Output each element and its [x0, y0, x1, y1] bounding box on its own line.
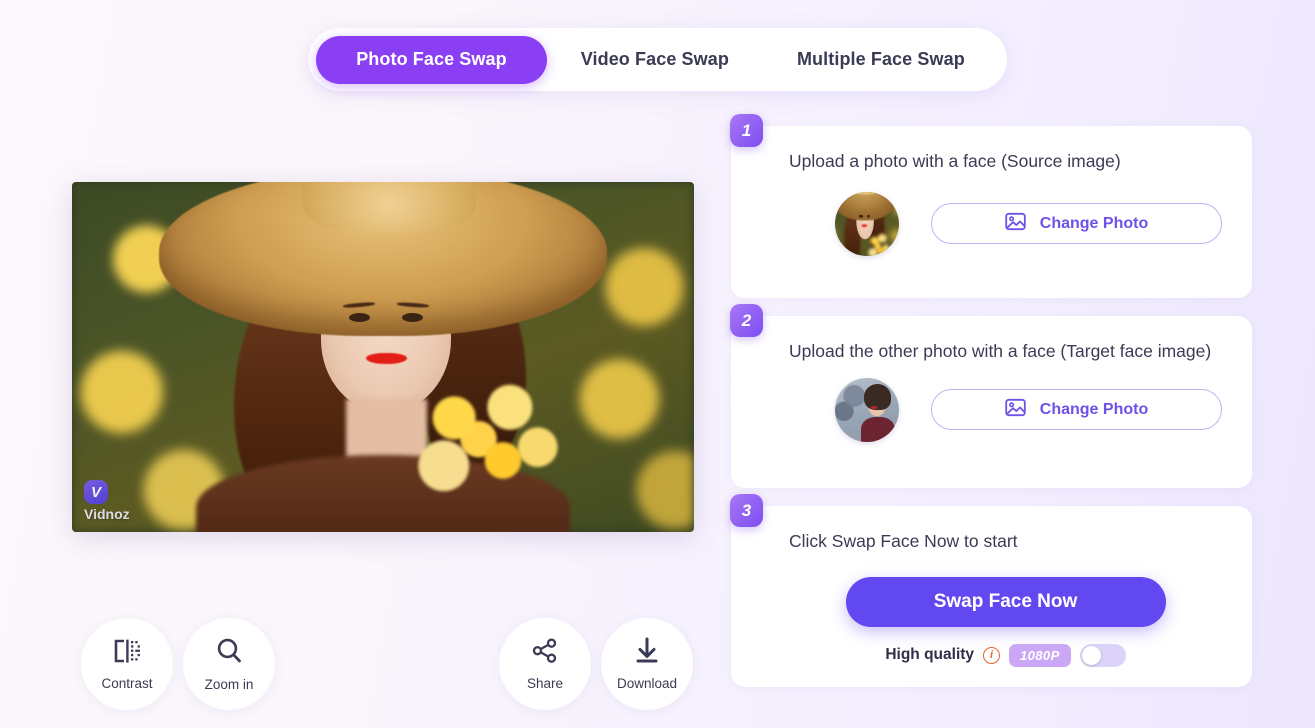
step-title-3: Click Swap Face Now to start — [789, 530, 1222, 554]
step-number-badge-3: 3 — [730, 494, 763, 527]
high-quality-label: High quality — [885, 646, 974, 664]
info-icon[interactable]: i — [983, 647, 1000, 664]
share-button[interactable]: Share — [499, 618, 591, 710]
high-quality-row: High quality i 1080P — [789, 644, 1222, 667]
steps-panel: 1 Upload a photo with a face (Source ima… — [731, 126, 1252, 705]
step-card-2: 2 Upload the other photo with a face (Ta… — [731, 316, 1252, 488]
share-icon — [531, 638, 559, 669]
change-photo-button-target[interactable]: Change Photo — [931, 389, 1222, 430]
step-upload-row-1: Change Photo — [835, 192, 1222, 256]
resolution-badge: 1080P — [1009, 644, 1071, 667]
step-card-3: 3 Click Swap Face Now to start Swap Face… — [731, 506, 1252, 687]
high-quality-toggle[interactable] — [1080, 644, 1126, 667]
step-number-badge-1: 1 — [730, 114, 763, 147]
contrast-icon — [112, 638, 142, 669]
photo-hat-crown — [302, 182, 476, 231]
magnifier-icon — [214, 637, 244, 670]
image-icon — [1005, 398, 1026, 422]
change-photo-label-source: Change Photo — [1040, 215, 1148, 233]
tab-video-face-swap[interactable]: Video Face Swap — [547, 36, 763, 84]
photo-daffodil-bouquet — [402, 378, 576, 511]
vidnoz-watermark: V Vidnoz — [84, 480, 130, 522]
tab-photo-face-swap[interactable]: Photo Face Swap — [316, 36, 547, 84]
result-preview-image[interactable]: V Vidnoz — [72, 182, 694, 532]
target-thumb-photo — [835, 378, 899, 442]
target-image-thumbnail[interactable] — [835, 378, 899, 442]
download-label: Download — [617, 676, 677, 691]
step-card-1: 1 Upload a photo with a face (Source ima… — [731, 126, 1252, 298]
swap-face-now-button[interactable]: Swap Face Now — [846, 577, 1166, 627]
change-photo-label-target: Change Photo — [1040, 401, 1148, 419]
step-number-badge-2: 2 — [730, 304, 763, 337]
source-image-thumbnail[interactable] — [835, 192, 899, 256]
step-upload-row-2: Change Photo — [835, 378, 1222, 442]
change-photo-button-source[interactable]: Change Photo — [931, 203, 1222, 244]
share-label: Share — [527, 676, 563, 691]
download-button[interactable]: Download — [601, 618, 693, 710]
photo-lips — [366, 353, 407, 364]
watermark-text: Vidnoz — [84, 506, 130, 522]
zoom-in-label: Zoom in — [205, 677, 254, 692]
tab-bar: Photo Face Swap Video Face Swap Multiple… — [308, 28, 1007, 91]
tab-bar-container: Photo Face Swap Video Face Swap Multiple… — [0, 28, 1315, 91]
step-title-2: Upload the other photo with a face (Targ… — [789, 340, 1222, 364]
contrast-label: Contrast — [101, 676, 152, 691]
contrast-button[interactable]: Contrast — [81, 618, 173, 710]
vidnoz-logo-icon: V — [84, 480, 108, 504]
preview-photo — [72, 182, 694, 532]
step-title-1: Upload a photo with a face (Source image… — [789, 150, 1222, 174]
image-icon — [1005, 212, 1026, 236]
source-thumb-photo — [835, 192, 899, 256]
tab-multiple-face-swap[interactable]: Multiple Face Swap — [763, 36, 999, 84]
zoom-in-button[interactable]: Zoom in — [183, 618, 275, 710]
download-icon — [633, 637, 661, 669]
toggle-knob — [1082, 646, 1101, 665]
